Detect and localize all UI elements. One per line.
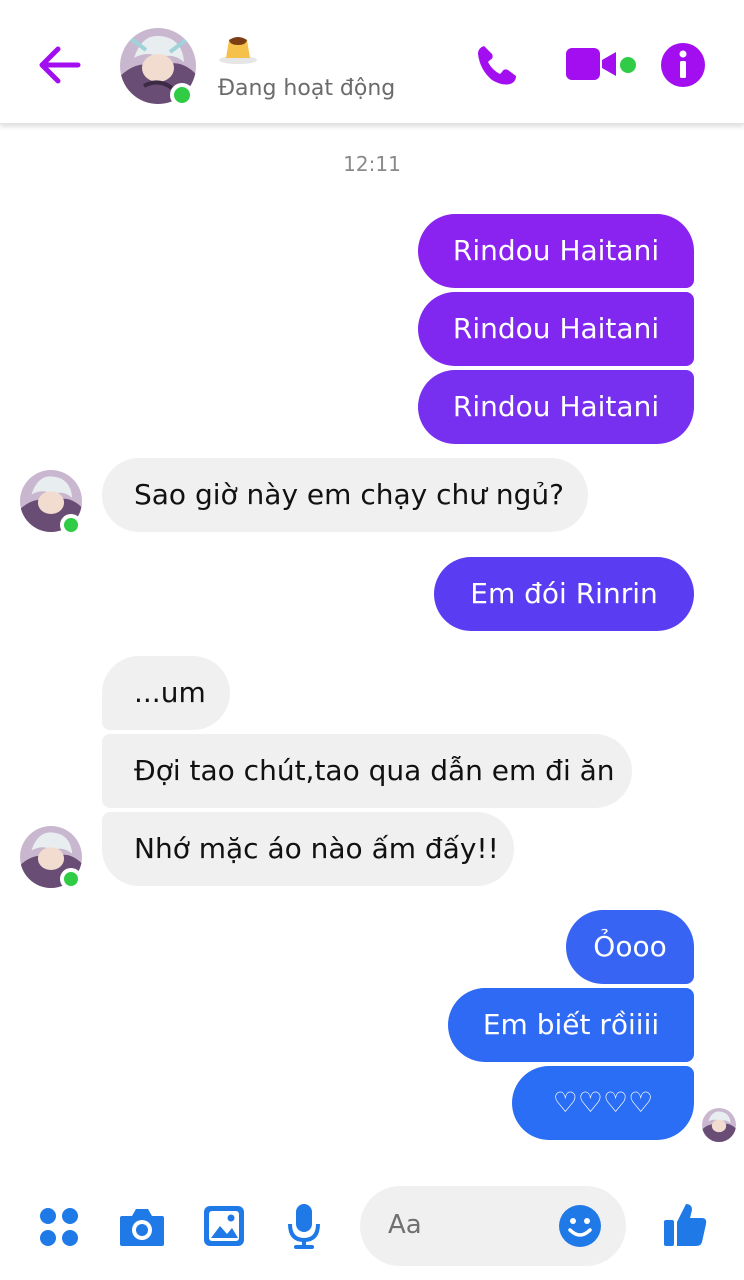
message-timestamp: 12:11 <box>343 152 401 176</box>
apps-icon[interactable] <box>38 1206 80 1248</box>
video-call-icon[interactable] <box>566 46 618 82</box>
online-indicator <box>170 83 194 107</box>
video-online-indicator <box>620 57 636 73</box>
online-indicator <box>60 868 82 890</box>
phone-call-icon[interactable] <box>474 42 520 88</box>
seen-avatar <box>702 1108 736 1142</box>
sent-message[interactable]: ♡♡♡♡ <box>512 1066 694 1140</box>
received-message[interactable]: Đợi tao chút,tao qua dẫn em đi ăn <box>102 734 632 808</box>
image-icon[interactable] <box>202 1204 246 1248</box>
camera-icon[interactable] <box>118 1204 166 1248</box>
sent-message[interactable]: Em đói Rinrin <box>434 557 694 631</box>
online-indicator <box>60 514 82 536</box>
sent-message[interactable]: Rindou Haitani <box>418 214 694 288</box>
emoji-icon[interactable] <box>558 1204 602 1248</box>
received-message[interactable]: Nhớ mặc áo nào ấm đấy!! <box>102 812 514 886</box>
chat-header: Đang hoạt động <box>0 0 744 124</box>
info-icon[interactable] <box>660 42 706 88</box>
sent-message[interactable]: Rindou Haitani <box>418 292 694 366</box>
sent-message[interactable]: Em biết rồiiii <box>448 988 694 1062</box>
received-message[interactable]: Sao giờ này em chạy chư ngủ? <box>102 458 588 532</box>
pudding-emoji-icon <box>218 30 258 64</box>
active-status: Đang hoạt động <box>218 76 396 101</box>
message-input-placeholder: Aa <box>388 1210 422 1240</box>
back-arrow-icon[interactable] <box>36 42 84 88</box>
thumbs-up-icon[interactable] <box>662 1200 708 1248</box>
microphone-icon[interactable] <box>286 1202 322 1250</box>
received-message[interactable]: ...um <box>102 656 230 730</box>
sent-message[interactable]: Rindou Haitani <box>418 370 694 444</box>
sent-message[interactable]: Ỏooo <box>566 910 694 984</box>
